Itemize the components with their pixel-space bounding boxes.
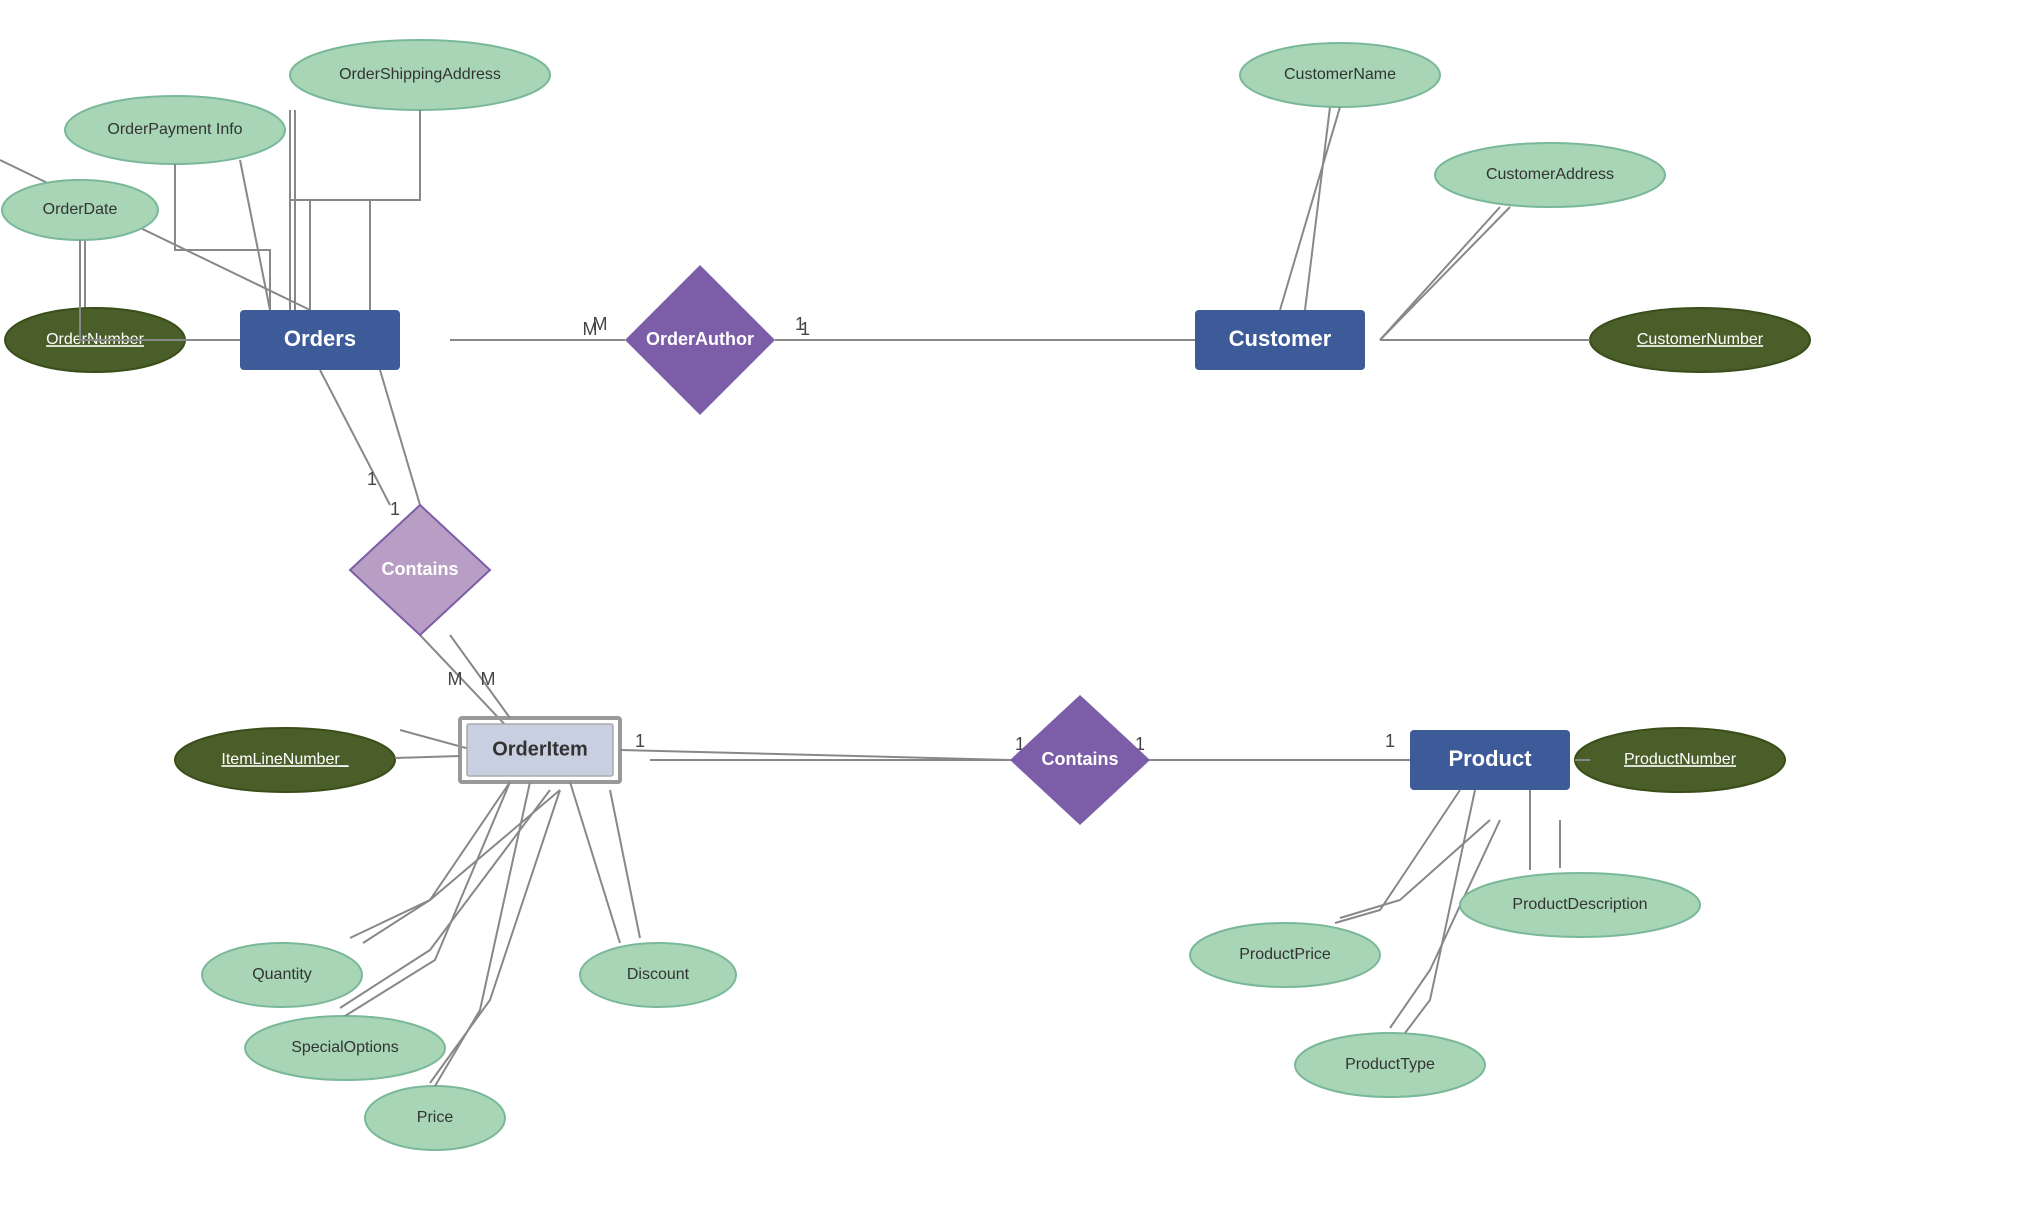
conn-shippingaddr-right <box>295 110 420 200</box>
conn-itemlinenumber <box>395 756 460 758</box>
attr-orderdate-label: OrderDate <box>43 201 118 218</box>
connector-orderitem-specialoptions <box>340 790 550 1008</box>
cardinality-1-contains1-top: 1 <box>390 499 400 519</box>
relation-contains1-label: Contains <box>381 559 458 579</box>
card-contains1-bottom: M <box>481 669 496 689</box>
attr-customeraddress-label: CustomerAddress <box>1486 166 1614 183</box>
attr-price-label: Price <box>417 1109 454 1126</box>
key-customernumber-label: CustomerNumber <box>1637 331 1764 348</box>
connector-contains1-orderitem <box>420 635 510 730</box>
entity-product-label: Product <box>1448 746 1532 771</box>
conn-oi-quantity <box>363 782 510 943</box>
attr-discount-label: Discount <box>627 966 690 983</box>
er-diagram: M 1 1 M 1 1 OrderShippingAddress OrderPa… <box>0 0 2036 1216</box>
card-oa-1: 1 <box>800 319 810 339</box>
attr-customername-label: CustomerName <box>1284 66 1396 83</box>
entity-customer-label: Customer <box>1229 326 1332 351</box>
attr-producttype-label: ProductType <box>1345 1056 1435 1073</box>
connector-orderitem-price <box>430 790 560 1083</box>
card-contains2-right: 1 <box>1385 731 1395 751</box>
conn-customername <box>1280 107 1340 310</box>
conn-orders-contains1 <box>320 370 390 505</box>
relation-contains2-label: Contains <box>1041 749 1118 769</box>
conn-customeraddress <box>1380 207 1510 340</box>
entity-orders-label: Orders <box>284 326 356 351</box>
attr-productdescription-label: ProductDescription <box>1512 896 1647 913</box>
connector-paymentinfo2 <box>240 160 270 310</box>
card-contains1-top: 1 <box>367 469 377 489</box>
attr-quantity-label: Quantity <box>252 966 312 983</box>
key-productnumber-label: ProductNumber <box>1624 751 1737 768</box>
card-contains2-left: 1 <box>635 731 645 751</box>
card-oa-m: M <box>583 319 598 339</box>
connector-customername-customer <box>1305 107 1330 310</box>
attr-specialoptions-label: SpecialOptions <box>291 1039 399 1056</box>
connector-shippingaddress-orders <box>310 110 420 310</box>
connector-orderitem-discount <box>610 790 640 938</box>
attr-ordershippingaddress-label: OrderShippingAddress <box>339 66 501 83</box>
key-itemlinenumber-label: ItemLineNumber_ <box>221 751 349 768</box>
weak-entity-orderitem-label: OrderItem <box>492 738 588 760</box>
attr-productprice-label: ProductPrice <box>1239 946 1331 963</box>
relation-orderauthor-label: OrderAuthor <box>646 329 754 349</box>
connector-orders-contains1 <box>380 370 420 505</box>
conn-orderitem-contains2 <box>620 750 1010 760</box>
conn-p-productprice <box>1335 790 1460 923</box>
connector-customeraddress-customer <box>1380 207 1500 340</box>
attr-orderpaymentinfo-label: OrderPayment Info <box>107 121 242 138</box>
cardinality-m-contains1-bottom: M <box>448 669 463 689</box>
